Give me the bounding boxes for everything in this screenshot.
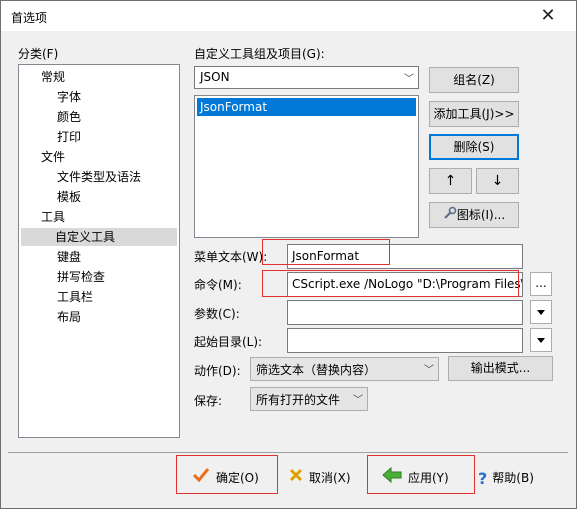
save-label: 保存: [194, 394, 223, 408]
apply-button[interactable]: 应用(Y) [382, 465, 449, 491]
checkmark-icon [192, 466, 210, 492]
tree-item[interactable]: 工具 [39, 208, 67, 226]
action-value: 筛选文本（替换内容） [256, 363, 377, 377]
arrow-down-icon: ↓ [491, 173, 504, 189]
save-select[interactable]: 所有打开的文件 ﹀ [250, 387, 368, 411]
tree-item[interactable]: 拼写检查 [55, 268, 107, 286]
tool-list[interactable]: JsonFormat [194, 95, 419, 238]
chevron-down-icon: ﹀ [404, 74, 414, 85]
command-label: 命令(M): [194, 278, 242, 292]
action-select[interactable]: 筛选文本（替换内容） ﹀ [250, 357, 439, 381]
icon-button[interactable]: 图标(I)... [429, 202, 519, 228]
move-down-button[interactable]: ↓ [476, 168, 519, 194]
window-title: 首选项 [11, 11, 48, 25]
tool-group-select[interactable]: JSON ﹀ [194, 66, 419, 89]
tree-item[interactable]: 自定义工具 [21, 228, 177, 246]
params-input[interactable] [287, 300, 523, 325]
help-icon: ? [478, 468, 488, 488]
browse-button[interactable]: ... [530, 272, 552, 296]
params-label: 参数(C): [194, 307, 240, 321]
tree-item[interactable]: 键盘 [55, 248, 83, 266]
triangle-down-icon [537, 310, 545, 315]
output-mode-button[interactable]: 输出模式... [448, 356, 553, 381]
tree-item[interactable]: 模板 [55, 188, 83, 206]
help-label: 帮助(B) [492, 471, 534, 485]
add-tool-button[interactable]: 添加工具(J)>> [429, 101, 519, 127]
highlight-box [262, 239, 390, 265]
wrench-icon [443, 204, 457, 228]
cancel-label: 取消(X) [309, 471, 351, 485]
list-item[interactable]: JsonFormat [197, 98, 416, 116]
tree-item[interactable]: 布局 [55, 308, 83, 326]
divider [8, 452, 568, 453]
chevron-down-icon: ﹀ [353, 395, 363, 406]
tree-item[interactable]: 文件类型及语法 [55, 168, 143, 186]
tree-item[interactable]: 字体 [55, 88, 83, 106]
tree-item[interactable]: 颜色 [55, 108, 83, 126]
ok-label: 确定(O) [216, 471, 259, 485]
tool-group-value: JSON [200, 70, 230, 84]
highlight-box [262, 270, 519, 297]
help-button[interactable]: ? 帮助(B) [478, 465, 534, 491]
apply-label: 应用(Y) [408, 471, 449, 485]
start-dir-input[interactable] [287, 328, 523, 353]
tree-item[interactable]: 文件 [39, 148, 67, 166]
start-dir-dropdown-button[interactable] [530, 328, 552, 352]
save-value: 所有打开的文件 [256, 393, 341, 407]
tree-item[interactable]: 打印 [55, 128, 83, 146]
triangle-down-icon [537, 338, 545, 343]
tool-group-label: 自定义工具组及项目(G): [194, 47, 325, 61]
cancel-button[interactable]: 取消(X) [288, 465, 351, 491]
menu-text-label: 菜单文本(W): [194, 250, 268, 264]
category-label: 分类(F) [18, 47, 59, 61]
arrow-up-icon: ↑ [444, 173, 457, 189]
tree-item[interactable]: 工具栏 [55, 288, 95, 306]
tree-item[interactable]: 常规 [39, 68, 67, 86]
cancel-x-icon [288, 466, 304, 492]
category-tree[interactable]: 常规字体颜色打印文件文件类型及语法 模板工具自定义工具键盘拼写检查工具栏布局 [18, 64, 180, 438]
group-name-button[interactable]: 组名(Z) [429, 67, 519, 93]
close-icon[interactable]: ✕ [533, 2, 563, 30]
params-dropdown-button[interactable] [530, 300, 552, 324]
start-dir-label: 起始目录(L): [194, 335, 263, 349]
ok-button[interactable]: 确定(O) [192, 465, 259, 491]
move-up-button[interactable]: ↑ [429, 168, 472, 194]
action-label: 动作(D): [194, 364, 241, 378]
icon-button-label: 图标(I)... [456, 208, 506, 222]
delete-button[interactable]: 删除(S) [429, 134, 519, 160]
arrow-left-icon [382, 466, 402, 492]
chevron-down-icon: ﹀ [424, 365, 434, 376]
title-bar: 首选项 ✕ [1, 1, 576, 31]
